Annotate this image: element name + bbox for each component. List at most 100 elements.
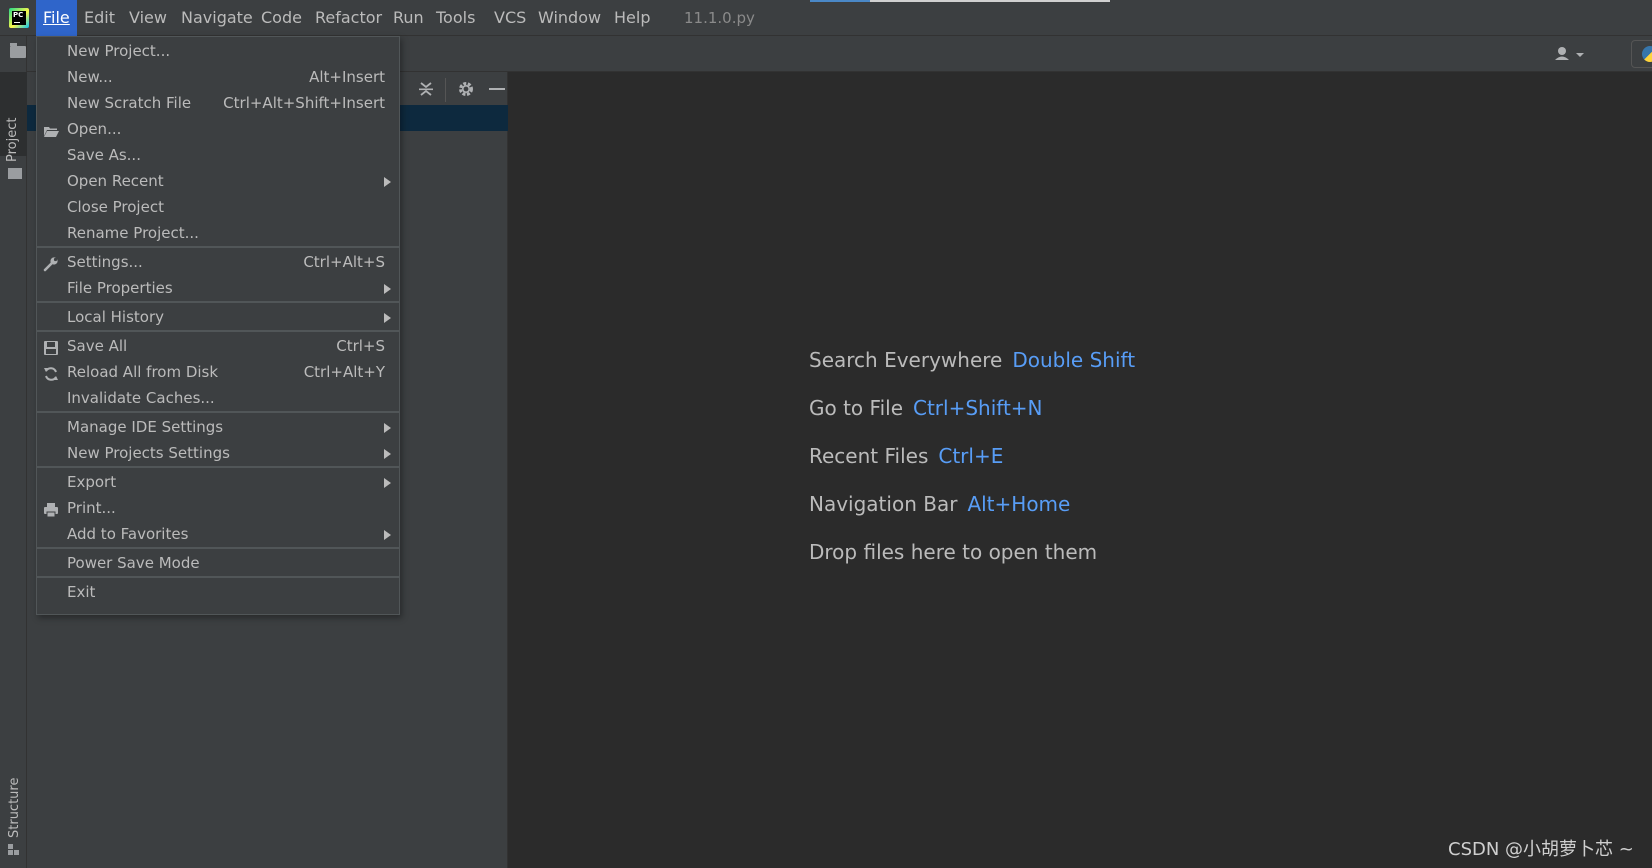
project-folder-icon: [8, 168, 22, 179]
menu-separator: [37, 576, 399, 578]
menu-item-label: New Projects Settings: [67, 444, 230, 462]
left-tool-stripe: Project Structure: [0, 36, 27, 868]
project-tab-label: Project: [5, 117, 20, 162]
user-icon[interactable]: [1552, 44, 1592, 64]
menu-item-open-recent[interactable]: Open Recent: [37, 168, 399, 194]
menu-item-print[interactable]: Print...: [37, 495, 399, 521]
hint-text: Go to File: [809, 396, 903, 420]
window-title: 11.1.0.py: [684, 9, 755, 27]
menu-item-label: Export: [67, 473, 117, 491]
submenu-arrow-icon: [384, 478, 391, 488]
menu-item-label: Reload All from Disk: [67, 363, 219, 381]
menu-refactor-label: Refactor: [315, 8, 383, 27]
header-divider: [445, 78, 446, 102]
watermark: CSDN @小胡萝卜芯 ~: [1448, 839, 1634, 860]
menu-item-new-projects-settings[interactable]: New Projects Settings: [37, 440, 399, 466]
menu-separator: [37, 466, 399, 468]
menu-item-open[interactable]: Open...: [37, 116, 399, 142]
collapse-all-icon[interactable]: [417, 80, 435, 98]
menu-item-label: New Project...: [67, 42, 171, 60]
menu-run-label: Run: [393, 8, 424, 27]
menu-file-label: File: [43, 8, 70, 27]
menu-navigate[interactable]: Navigate: [174, 0, 260, 36]
menu-run[interactable]: Run: [386, 0, 431, 36]
menu-item-label: Close Project: [67, 198, 164, 216]
menu-item-local-history[interactable]: Local History: [37, 304, 399, 330]
reload-icon: [43, 364, 59, 381]
file-menu-dropdown: New Project... New... Alt+Insert New Scr…: [36, 36, 400, 615]
menu-item-label: Local History: [67, 308, 165, 326]
structure-tool-tab[interactable]: Structure: [7, 778, 22, 838]
menu-item-settings[interactable]: Settings... Ctrl+Alt+S: [37, 249, 399, 275]
hint-navigation-bar: Navigation Bar Alt+Home: [809, 492, 1070, 516]
menu-view-label: View: [129, 8, 167, 27]
hint-recent-files: Recent Files Ctrl+E: [809, 444, 1003, 468]
folder-icon[interactable]: [10, 43, 26, 58]
menu-item-invalidate-caches[interactable]: Invalidate Caches...: [37, 385, 399, 411]
hint-shortcut: Ctrl+E: [938, 444, 1004, 468]
menu-item-shortcut: Alt+Insert: [309, 68, 385, 86]
submenu-arrow-icon: [384, 530, 391, 540]
menu-item-label: Manage IDE Settings: [67, 418, 224, 436]
menu-item-file-properties[interactable]: File Properties: [37, 275, 399, 301]
hint-go-to-file: Go to File Ctrl+Shift+N: [809, 396, 1043, 420]
menu-item-save-all[interactable]: Save All Ctrl+S: [37, 333, 399, 359]
menu-item-exit[interactable]: Exit: [37, 579, 399, 605]
menu-tools-label: Tools: [436, 8, 476, 27]
menu-item-new[interactable]: New... Alt+Insert: [37, 64, 399, 90]
menu-tools[interactable]: Tools: [429, 0, 482, 36]
menu-item-power-save-mode[interactable]: Power Save Mode: [37, 550, 399, 576]
menu-item-close-project[interactable]: Close Project: [37, 194, 399, 220]
menu-window-label: Window: [538, 8, 602, 27]
menu-navigate-label: Navigate: [181, 8, 253, 27]
menu-item-add-to-favorites[interactable]: Add to Favorites: [37, 521, 399, 547]
structure-icon: [8, 844, 20, 856]
pycharm-logo-icon: PC: [9, 8, 29, 28]
menu-help-label: Help: [614, 8, 651, 27]
menu-code[interactable]: Code: [254, 0, 309, 36]
menu-item-save-as[interactable]: Save As...: [37, 142, 399, 168]
menu-separator: [37, 411, 399, 413]
menu-item-label: Open...: [67, 120, 122, 138]
menu-item-manage-ide-settings[interactable]: Manage IDE Settings: [37, 414, 399, 440]
menu-item-new-project[interactable]: New Project...: [37, 38, 399, 64]
menu-item-label: Settings...: [67, 253, 143, 271]
gear-icon[interactable]: [457, 80, 475, 98]
menu-item-new-scratch-file[interactable]: New Scratch File Ctrl+Alt+Shift+Insert: [37, 90, 399, 116]
menu-item-rename-project[interactable]: Rename Project...: [37, 220, 399, 246]
menu-item-reload-all[interactable]: Reload All from Disk Ctrl+Alt+Y: [37, 359, 399, 385]
hint-text: Recent Files: [809, 444, 929, 468]
menu-separator: [37, 547, 399, 549]
menu-file[interactable]: File: [36, 0, 77, 36]
folder-open-icon: [43, 121, 59, 137]
menu-edit[interactable]: Edit: [77, 0, 122, 36]
menu-view[interactable]: View: [122, 0, 174, 36]
submenu-arrow-icon: [384, 449, 391, 459]
editor-area[interactable]: Search Everywhere Double Shift Go to File…: [508, 72, 1652, 868]
hint-text: Drop files here to open them: [809, 540, 1098, 564]
menu-item-label: Rename Project...: [67, 224, 199, 242]
project-tool-tab[interactable]: Project: [0, 72, 27, 179]
menu-separator: [37, 301, 399, 303]
menu-code-label: Code: [261, 8, 302, 27]
python-icon: [1642, 46, 1652, 62]
menu-help[interactable]: Help: [607, 0, 657, 36]
menu-item-label: New Scratch File: [67, 94, 192, 112]
menu-vcs-label: VCS: [494, 8, 527, 27]
menu-bar: PC File Edit View Navigate Code Refactor…: [0, 0, 1652, 36]
menu-item-export[interactable]: Export: [37, 469, 399, 495]
hint-shortcut: Double Shift: [1012, 348, 1136, 372]
menu-item-label: Add to Favorites: [67, 525, 189, 543]
menu-separator: [37, 246, 399, 248]
menu-item-label: Power Save Mode: [67, 554, 200, 572]
menu-refactor[interactable]: Refactor: [308, 0, 389, 36]
hide-icon[interactable]: [489, 88, 505, 90]
menu-window[interactable]: Window: [531, 0, 608, 36]
hint-text: Search Everywhere: [809, 348, 1003, 372]
python-interpreter-button[interactable]: 9: [1631, 40, 1652, 68]
menu-item-label: Open Recent: [67, 172, 164, 190]
menu-vcs[interactable]: VCS: [487, 0, 533, 36]
project-panel-header-tools: [397, 72, 508, 108]
menu-item-label: Invalidate Caches...: [67, 389, 215, 407]
menu-item-label: Exit: [67, 583, 96, 601]
